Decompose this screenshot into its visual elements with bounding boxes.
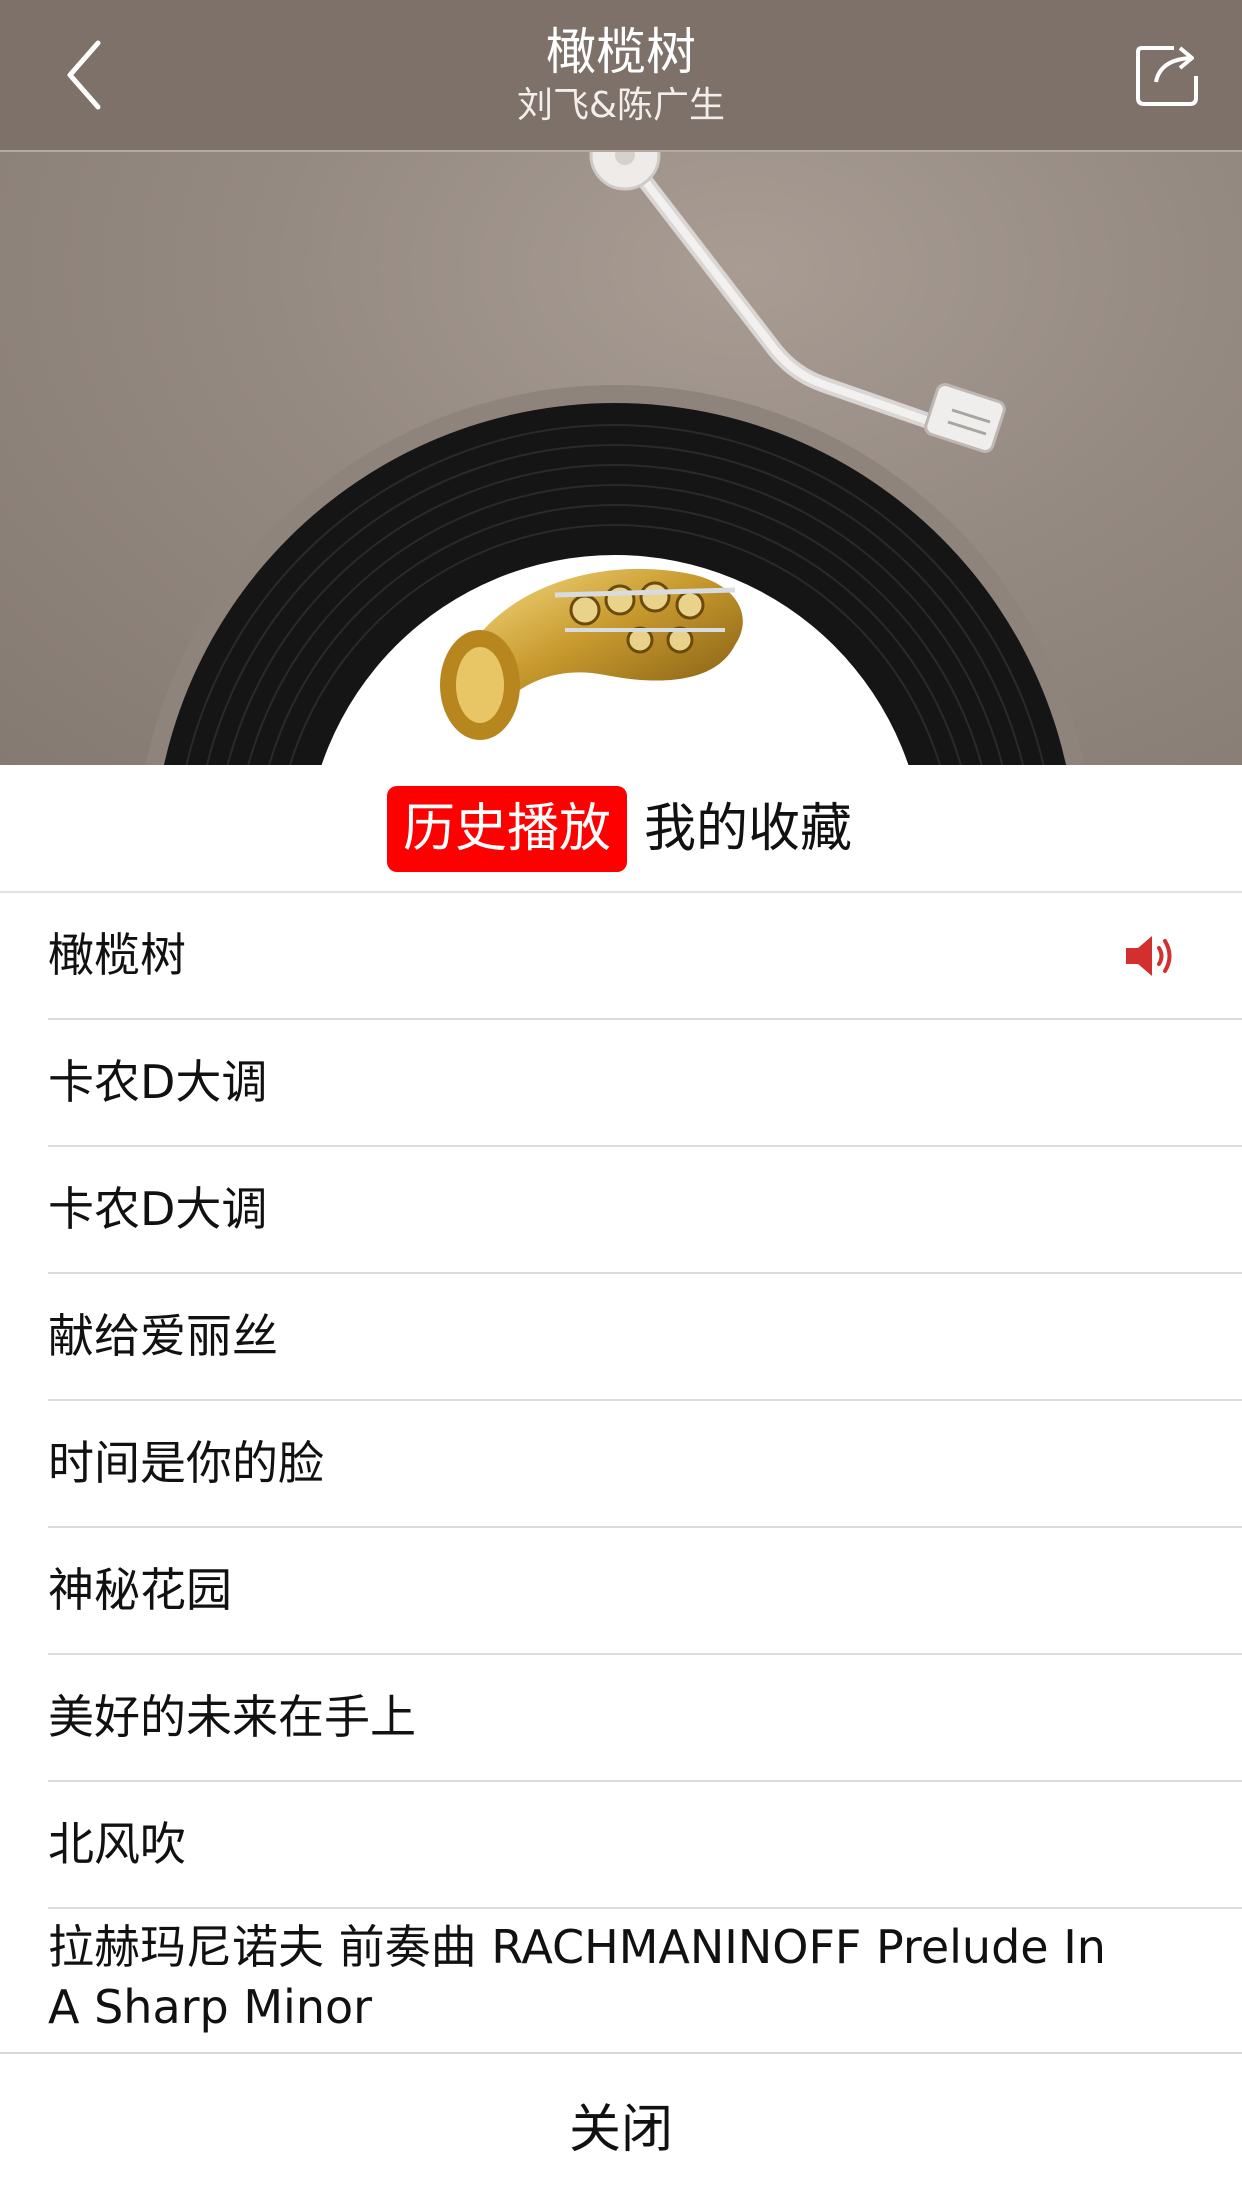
list-item[interactable]: 北风吹 (48, 1782, 1242, 1909)
list-item[interactable]: 时间是你的脸 (48, 1401, 1242, 1528)
playlist-tabs: 历史播放 我的收藏 (0, 765, 1242, 893)
share-icon (1136, 46, 1198, 106)
list-item[interactable]: 橄榄树 (48, 893, 1242, 1020)
tonearm (589, 119, 1006, 453)
song-name: 北风吹 (48, 1817, 186, 1871)
song-artist: 刘飞&陈广生 (516, 85, 726, 126)
list-item[interactable]: 神秘花园 (48, 1528, 1242, 1655)
list-item[interactable]: 献给爱丽丝 (48, 1274, 1242, 1401)
song-name: 橄榄树 (48, 928, 186, 982)
player-area: 橄榄树 刘飞&陈广生 (0, 0, 1242, 765)
top-bar: 橄榄树 刘飞&陈广生 (0, 0, 1242, 152)
list-item[interactable]: 卡农D大调 (48, 1020, 1242, 1147)
playlist: 橄榄树 卡农D大调 卡农D大调 献给爱丽丝 时间是你的脸 神秘花园 美好的未来在… (0, 893, 1242, 2051)
song-name: 献给爱丽丝 (48, 1309, 278, 1363)
list-item[interactable]: 美好的未来在手上 (48, 1655, 1242, 1782)
song-name: 卡农D大调 (48, 1055, 268, 1109)
tab-favorites[interactable]: 我的收藏 (628, 786, 868, 872)
list-item[interactable]: 拉赫玛尼诺夫 前奏曲 RACHMANINOFF Prelude In A Sha… (48, 1909, 1242, 2051)
song-name: 卡农D大调 (48, 1182, 268, 1236)
song-title: 橄榄树 (546, 23, 696, 81)
song-name: 拉赫玛尼诺夫 前奏曲 RACHMANINOFF Prelude In A Sha… (48, 1920, 1106, 2034)
song-name: 时间是你的脸 (48, 1436, 324, 1490)
song-name: 美好的未来在手上 (48, 1690, 416, 1744)
list-item[interactable]: 卡农D大调 (48, 1147, 1242, 1274)
share-button[interactable] (1122, 30, 1212, 120)
song-name: 神秘花园 (48, 1563, 232, 1617)
close-button[interactable]: 关闭 (0, 2052, 1242, 2208)
tab-history[interactable]: 历史播放 (387, 786, 628, 872)
speaker-icon (1126, 936, 1172, 976)
